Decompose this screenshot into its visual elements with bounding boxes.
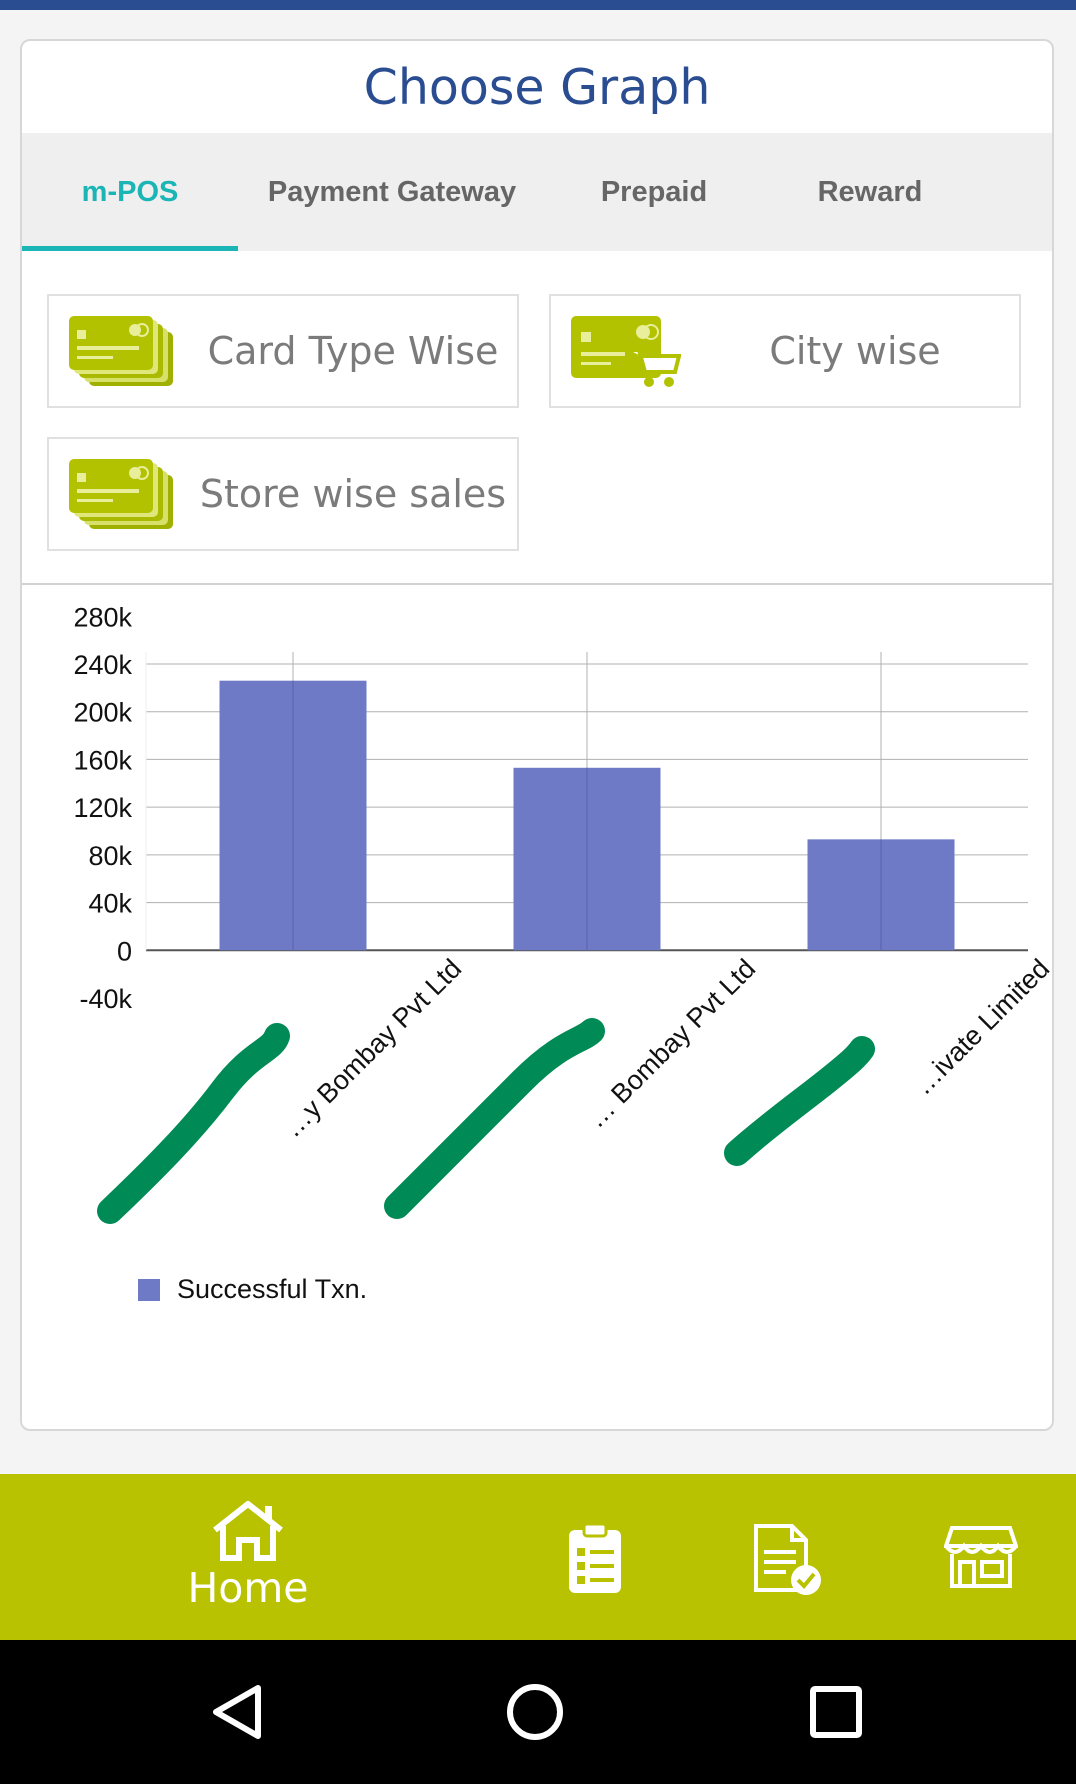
store-icon[interactable] [944,1524,1018,1590]
bar-chart: 280k 240k 200k 160k 120k 80k 40k 0 -40k …y Bomba… [73,602,1052,1304]
option-label: Store wise sales [199,472,507,516]
option-card-type-wise[interactable]: Card Type Wise [47,294,519,408]
back-icon[interactable] [208,1682,264,1742]
legend-label: Successful Txn. [177,1274,367,1304]
checklist-icon[interactable] [566,1522,624,1596]
y-tick-label: -40k [79,984,132,1014]
y-tick-label: 200k [73,698,132,728]
tab-prepaid[interactable]: Prepaid [546,133,762,251]
y-axis-ticks: 280k 240k 200k 160k 120k 80k 40k 0 -40k [73,602,132,1014]
tab-payment-gateway[interactable]: Payment Gateway [238,133,546,251]
redaction-scribbles [97,1018,875,1224]
home-icon [213,1501,283,1561]
tab-mpos[interactable]: m-POS [22,133,238,251]
x-tick-label: … Bombay Pvt Ltd [581,953,761,1133]
redaction-scribble [724,1036,875,1166]
graph-tabs: m-POS Payment Gateway Prepaid Reward [22,133,1052,251]
option-label: Card Type Wise [207,329,499,373]
y-tick-label: 40k [88,889,132,919]
x-axis-labels: …y Bombay Pvt Ltd … Bombay Pvt Ltd …ivate … [277,953,1052,1143]
choose-graph-card: Choose Graph m-POS Payment Gateway Prepa… [20,39,1054,1431]
redaction-scribble [97,1023,290,1224]
cards-icon [69,459,173,529]
bottom-nav: Home [0,1474,1076,1640]
document-check-icon[interactable] [752,1522,824,1598]
option-label: City wise [769,329,941,373]
card-cart-icon [571,316,681,387]
chart-legend: Successful Txn. [138,1274,367,1304]
tab-reward[interactable]: Reward [762,133,978,251]
android-nav-bar [0,1640,1076,1784]
y-tick-label: 160k [73,745,132,775]
legend-swatch [138,1279,160,1301]
nav-home-label: Home [187,1564,309,1612]
page-title: Choose Graph [363,58,711,116]
y-tick-label: 0 [117,936,132,966]
y-tick-label: 80k [88,841,132,871]
y-tick-label: 240k [73,650,132,680]
y-tick-label: 280k [73,602,132,632]
cards-icon [69,316,173,386]
x-tick-label: …ivate Limited [908,953,1052,1100]
x-tick-label: …y Bombay Pvt Ltd [277,953,467,1143]
recents-icon[interactable] [808,1684,864,1740]
redaction-scribble [384,1018,605,1219]
top-accent-bar [0,0,1076,10]
nav-home[interactable]: Home [185,1500,311,1612]
home-circle-icon[interactable] [505,1682,565,1742]
option-city-wise[interactable]: City wise [549,294,1021,408]
option-store-wise-sales[interactable]: Store wise sales [47,437,519,551]
y-tick-label: 120k [73,793,132,823]
